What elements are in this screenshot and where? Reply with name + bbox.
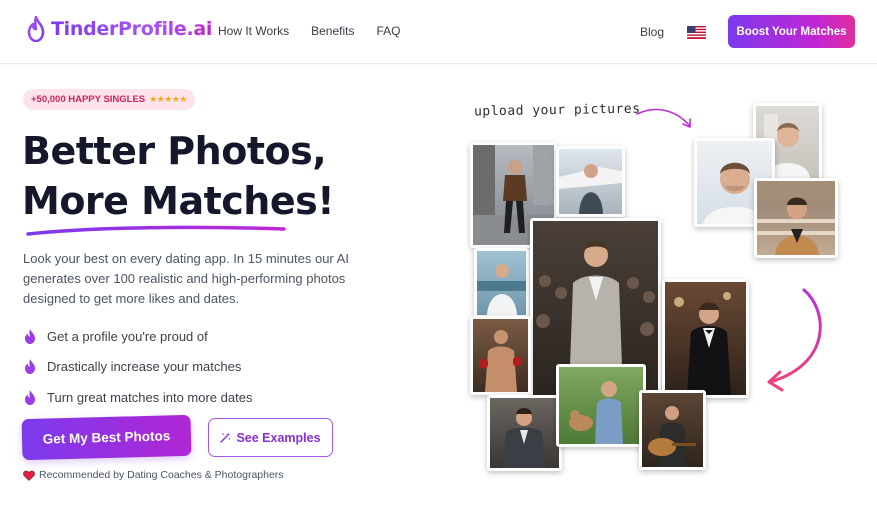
upload-pictures-label: upload your pictures (473, 101, 641, 120)
hero-title: Better Photos, More Matches! (22, 126, 335, 226)
flame-bullet-icon (25, 328, 35, 344)
generated-photo (474, 248, 529, 318)
hero-title-line1: Better Photos, (22, 129, 327, 173)
hero-title-line2: More Matches! (22, 179, 335, 223)
benefit-text: Turn great matches into more dates (47, 389, 253, 405)
benefit-item: Turn great matches into more dates (24, 382, 252, 413)
main-nav: How It Works Benefits FAQ (218, 24, 401, 38)
hero-description: Look your best on every dating app. In 1… (23, 251, 349, 306)
benefit-text: Drastically increase your matches (47, 359, 242, 375)
star-rating-icon: ★★★★★ (149, 94, 187, 104)
recommendation-text: Recommended by Dating Coaches & Photogra… (39, 469, 284, 481)
title-underline-decoration (26, 225, 286, 236)
generated-photo (662, 279, 749, 398)
header: TinderProfile.ai How It Works Benefits F… (0, 0, 877, 64)
uploaded-selfie-photo (754, 178, 838, 258)
curved-arrow-icon (767, 288, 822, 392)
generated-photo (470, 316, 531, 395)
badge-text: +50,000 HAPPY SINGLES (31, 94, 146, 105)
flame-bullet-icon (25, 359, 35, 375)
see-examples-button[interactable]: See Examples (208, 418, 333, 457)
see-examples-label: See Examples (236, 430, 321, 445)
curved-arrow-icon (636, 108, 691, 128)
logo[interactable]: TinderProfile.ai (26, 16, 212, 42)
flame-logo-icon (27, 16, 45, 42)
magic-wand-icon (220, 432, 231, 443)
boost-matches-button[interactable]: Boost Your Matches (728, 15, 855, 48)
benefit-list: Get a profile you're proud of Drasticall… (24, 321, 252, 413)
generated-photo (556, 146, 625, 217)
nav-blog[interactable]: Blog (640, 25, 664, 39)
benefit-item: Drastically increase your matches (24, 352, 252, 383)
generated-photo (487, 395, 562, 471)
recommendation-note: Recommended by Dating Coaches & Photogra… (23, 469, 284, 481)
nav-faq[interactable]: FAQ (376, 24, 400, 38)
happy-singles-badge: +50,000 HAPPY SINGLES ★★★★★ (23, 89, 195, 110)
us-flag-icon[interactable] (687, 26, 706, 39)
benefit-text: Get a profile you're proud of (47, 328, 208, 344)
generated-photo (639, 390, 706, 470)
generated-photo (556, 364, 646, 447)
flame-bullet-icon (25, 389, 35, 405)
logo-text: TinderProfile.ai (51, 18, 213, 40)
nav-benefits[interactable]: Benefits (311, 24, 354, 38)
benefit-item: Get a profile you're proud of (24, 321, 252, 352)
nav-how-it-works[interactable]: How It Works (218, 24, 289, 38)
get-best-photos-button[interactable]: Get My Best Photos (21, 414, 192, 461)
heart-icon (23, 470, 35, 481)
